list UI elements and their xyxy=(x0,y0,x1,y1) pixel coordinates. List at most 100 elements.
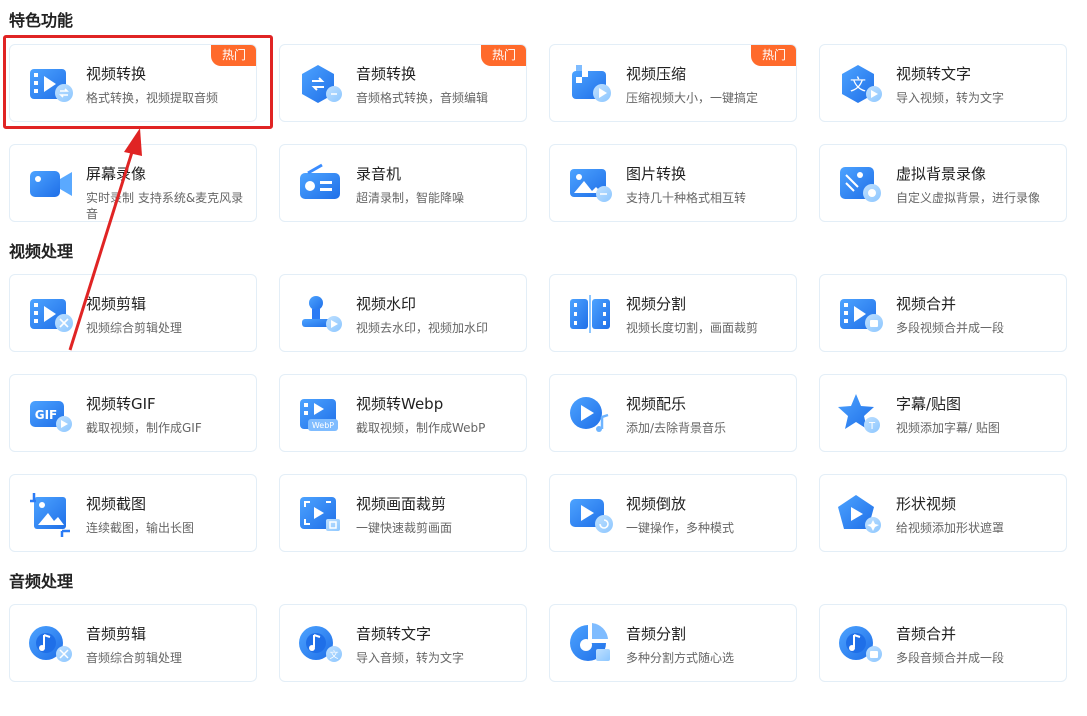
card-title: 音频转换 xyxy=(356,65,417,83)
card-title: 视频水印 xyxy=(356,295,417,313)
card-title: 视频剪辑 xyxy=(86,295,147,313)
music-icon xyxy=(566,391,616,437)
card-title: 视频画面裁剪 xyxy=(356,495,447,513)
card-title: 视频压缩 xyxy=(626,65,687,83)
card-screen-record[interactable]: 屏幕录像 实时录制 支持系统&麦克风录音 xyxy=(9,144,257,222)
recorder-icon xyxy=(296,161,346,207)
card-audio-to-text[interactable]: 文 音频转文字 导入音频，转为文字 xyxy=(279,604,527,682)
card-description: 截取视频，制作成GIF xyxy=(86,421,202,435)
hot-badge: 热门 xyxy=(481,45,526,66)
card-subtitle-sticker[interactable]: T 字幕/贴图 视频添加字幕/ 贴图 xyxy=(819,374,1067,452)
card-image-convert[interactable]: 图片转换 支持几十种格式相互转 xyxy=(549,144,797,222)
card-description: 格式转换，视频提取音频 xyxy=(86,91,219,105)
virtual-background-icon xyxy=(836,161,886,207)
section-title-audio: 音频处理 xyxy=(9,572,74,591)
card-description: 连续截图，输出长图 xyxy=(86,521,195,535)
card-title: 视频转换 xyxy=(86,65,147,83)
video-convert-icon xyxy=(26,61,76,107)
card-video-to-text[interactable]: 文 视频转文字 导入视频，转为文字 xyxy=(819,44,1067,122)
card-description: 音频格式转换，音频编辑 xyxy=(356,91,489,105)
card-title: 字幕/贴图 xyxy=(896,395,962,413)
card-title: 形状视频 xyxy=(896,495,957,513)
svg-text:文: 文 xyxy=(850,75,866,94)
screenshot-icon xyxy=(26,491,76,537)
card-video-compress[interactable]: 视频压缩 压缩视频大小，一键搞定 热门 xyxy=(549,44,797,122)
card-description: 视频去水印，视频加水印 xyxy=(356,321,489,335)
card-title: 视频转GIF xyxy=(86,395,156,413)
card-virtual-background[interactable]: 虚拟背景录像 自定义虚拟背景，进行录像 xyxy=(819,144,1067,222)
card-description: 压缩视频大小，一键搞定 xyxy=(626,91,759,105)
audio-merge-icon xyxy=(836,621,886,667)
card-description: 视频长度切割，画面裁剪 xyxy=(626,321,759,335)
video-to-text-icon: 文 xyxy=(836,61,886,107)
card-title: 视频转文字 xyxy=(896,65,972,83)
card-title: 屏幕录像 xyxy=(86,165,147,183)
card-video-reverse[interactable]: 视频倒放 一键操作，多种模式 xyxy=(549,474,797,552)
card-video-music[interactable]: 视频配乐 添加/去除背景音乐 xyxy=(549,374,797,452)
card-description: 一键快速裁剪画面 xyxy=(356,521,453,535)
card-title: 录音机 xyxy=(356,165,402,183)
shape-video-icon xyxy=(836,491,886,537)
card-description: 导入视频，转为文字 xyxy=(896,91,1005,105)
subtitle-sticker-icon: T xyxy=(836,391,886,437)
card-audio-split[interactable]: 音频分割 多种分割方式随心选 xyxy=(549,604,797,682)
card-description: 多种分割方式随心选 xyxy=(626,651,735,665)
card-title: 音频合并 xyxy=(896,625,957,643)
audio-split-icon xyxy=(566,621,616,667)
audio-convert-icon xyxy=(296,61,346,107)
audio-edit-icon xyxy=(26,621,76,667)
card-title: 视频配乐 xyxy=(626,395,687,413)
card-description: 超清录制，智能降噪 xyxy=(356,191,465,205)
card-description: 实时录制 支持系统&麦克风录音 xyxy=(86,191,244,221)
card-video-to-webp[interactable]: WebP 视频转Webp 截取视频，制作成WebP xyxy=(279,374,527,452)
hot-badge: 热门 xyxy=(211,45,256,66)
card-video-crop[interactable]: 视频画面裁剪 一键快速裁剪画面 xyxy=(279,474,527,552)
card-title: 视频倒放 xyxy=(626,495,687,513)
card-audio-edit[interactable]: 音频剪辑 音频综合剪辑处理 xyxy=(9,604,257,682)
card-description: 添加/去除背景音乐 xyxy=(626,421,727,435)
card-title: 视频截图 xyxy=(86,495,147,513)
watermark-icon xyxy=(296,291,346,337)
gif-icon: GIF xyxy=(26,391,76,437)
card-audio-convert[interactable]: 音频转换 音频格式转换，音频编辑 热门 xyxy=(279,44,527,122)
card-title: 音频分割 xyxy=(626,625,687,643)
card-description: 音频综合剪辑处理 xyxy=(86,651,183,665)
webp-icon: WebP xyxy=(296,391,346,437)
card-video-edit[interactable]: 视频剪辑 视频综合剪辑处理 xyxy=(9,274,257,352)
svg-text:T: T xyxy=(868,421,876,432)
card-audio-merge[interactable]: 音频合并 多段音频合并成一段 xyxy=(819,604,1067,682)
card-video-split[interactable]: 视频分割 视频长度切割，画面裁剪 xyxy=(549,274,797,352)
card-title: 音频转文字 xyxy=(356,625,432,643)
card-description: 支持几十种格式相互转 xyxy=(626,191,747,205)
card-recorder[interactable]: 录音机 超清录制，智能降噪 xyxy=(279,144,527,222)
card-video-screenshot[interactable]: 视频截图 连续截图，输出长图 xyxy=(9,474,257,552)
hot-badge: 热门 xyxy=(751,45,796,66)
screen-record-icon xyxy=(26,161,76,207)
webp-icon-label: WebP xyxy=(312,421,334,430)
card-description: 给视频添加形状遮罩 xyxy=(896,521,1005,535)
video-edit-icon xyxy=(26,291,76,337)
section-title-featured: 特色功能 xyxy=(9,11,74,30)
card-description: 导入音频，转为文字 xyxy=(356,651,465,665)
gif-icon-label: GIF xyxy=(35,408,58,422)
card-description: 视频添加字幕/ 贴图 xyxy=(896,421,1000,435)
section-title-video: 视频处理 xyxy=(9,242,74,261)
card-video-to-gif[interactable]: GIF 视频转GIF 截取视频，制作成GIF xyxy=(9,374,257,452)
reverse-icon xyxy=(566,491,616,537)
audio-to-text-icon: 文 xyxy=(296,621,346,667)
card-description: 一键操作，多种模式 xyxy=(626,521,735,535)
card-shape-video[interactable]: 形状视频 给视频添加形状遮罩 xyxy=(819,474,1067,552)
card-watermark[interactable]: 视频水印 视频去水印，视频加水印 xyxy=(279,274,527,352)
video-merge-icon xyxy=(836,291,886,337)
card-description: 截取视频，制作成WebP xyxy=(356,421,486,435)
card-title: 虚拟背景录像 xyxy=(896,165,987,183)
card-description: 多段音频合并成一段 xyxy=(896,651,1005,665)
image-convert-icon xyxy=(566,161,616,207)
card-video-merge[interactable]: 视频合并 多段视频合并成一段 xyxy=(819,274,1067,352)
card-description: 自定义虚拟背景，进行录像 xyxy=(896,191,1041,205)
card-video-convert[interactable]: 视频转换 格式转换，视频提取音频 热门 xyxy=(9,44,257,122)
card-title: 视频转Webp xyxy=(356,395,444,413)
card-title: 音频剪辑 xyxy=(86,625,147,643)
card-title: 视频分割 xyxy=(626,295,687,313)
card-title: 图片转换 xyxy=(626,165,687,183)
